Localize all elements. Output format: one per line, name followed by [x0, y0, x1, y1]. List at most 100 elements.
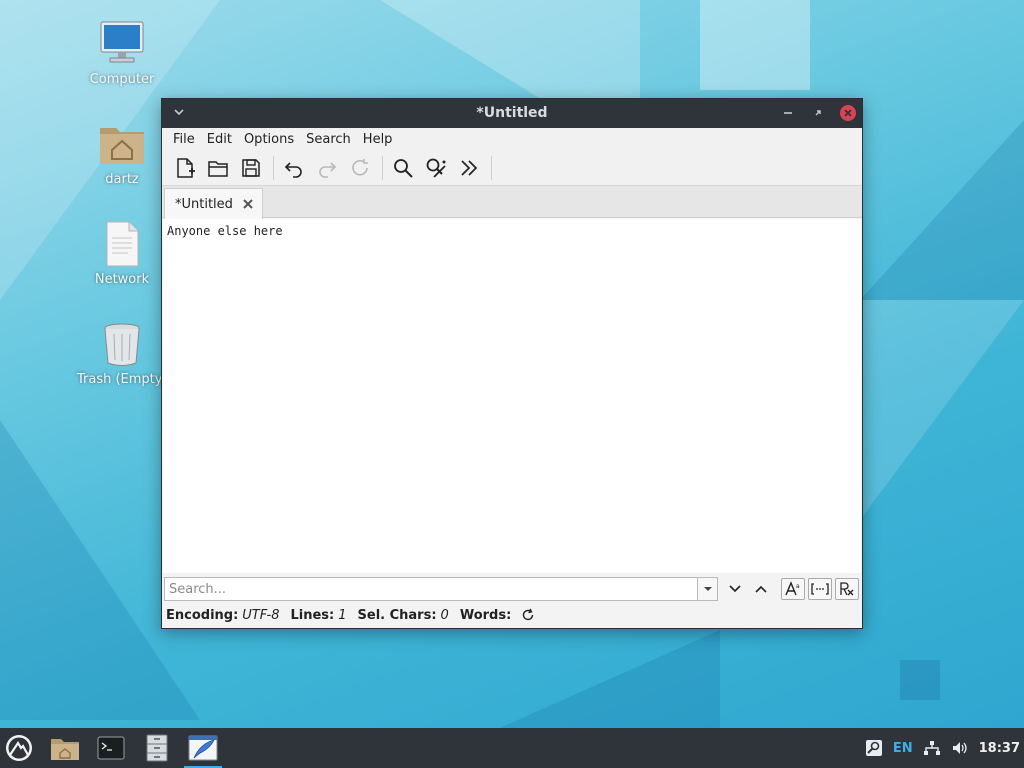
- desktop-icon-label: Computer: [89, 72, 155, 87]
- caret-down-icon: [703, 587, 712, 591]
- tab-label: *Untitled: [175, 196, 233, 212]
- title-bar[interactable]: *Untitled: [162, 99, 862, 128]
- toolbar-separator: [382, 155, 383, 180]
- taskbar-file-manager[interactable]: [42, 728, 88, 768]
- wallpaper-shape: [860, 300, 1024, 520]
- menu-search[interactable]: Search: [300, 132, 357, 147]
- folder-icon: [51, 739, 79, 760]
- find-previous-button[interactable]: [750, 578, 772, 600]
- go-to-line-button[interactable]: [454, 153, 484, 183]
- close-window-button[interactable]: [839, 104, 857, 122]
- find-replace-button[interactable]: [421, 153, 451, 183]
- redo-icon: [319, 161, 337, 178]
- reload-button[interactable]: [345, 153, 375, 183]
- menu-edit[interactable]: Edit: [201, 132, 238, 147]
- status-bar: Encoding: UTF-8 Lines: 1 Sel. Chars: 0 W…: [166, 605, 535, 625]
- words-label: Words:: [459, 607, 512, 623]
- window-title: *Untitled: [476, 105, 548, 121]
- application-menu-button[interactable]: [0, 728, 38, 768]
- terminal-icon: [97, 736, 125, 760]
- desktop-icon-label: Network: [94, 272, 150, 287]
- home-folder-icon: [98, 120, 146, 168]
- save-file-button[interactable]: [236, 153, 266, 183]
- clock[interactable]: 18:37: [979, 741, 1020, 756]
- app-launcher-icon: [6, 735, 32, 761]
- document-icon: [98, 220, 146, 268]
- filing-cabinet-icon: [146, 734, 168, 762]
- whole-word-toggle[interactable]: [808, 578, 832, 600]
- sel-chars-value: 0: [440, 607, 449, 623]
- desktop-icon-network[interactable]: Network: [77, 220, 167, 287]
- editor-window: *Untitled File Edit Options Search Help: [161, 98, 863, 629]
- toolbar-separator: [491, 155, 492, 180]
- close-tab-icon[interactable]: [241, 197, 255, 211]
- toolbar: [162, 150, 862, 186]
- system-tray: EN 18:37: [855, 728, 1020, 768]
- desktop-icon-trash[interactable]: Trash (Empty): [77, 320, 168, 387]
- match-case-icon: a: [785, 581, 800, 596]
- menu-bar: File Edit Options Search Help: [162, 128, 862, 150]
- double-chevron-right-icon: [461, 159, 478, 176]
- desktop-icon-home[interactable]: dartz: [77, 120, 167, 187]
- text-editor-icon: [188, 735, 218, 761]
- find-next-button[interactable]: [724, 578, 746, 600]
- chevron-down-icon: [729, 585, 741, 593]
- taskbar-archive-manager[interactable]: [134, 728, 180, 768]
- find-button[interactable]: [388, 153, 418, 183]
- search-icon: [394, 158, 413, 178]
- svg-text:a: a: [796, 583, 800, 590]
- minimize-button[interactable]: [780, 105, 796, 121]
- chevron-up-icon: [755, 585, 767, 593]
- trash-icon: [98, 320, 146, 368]
- text-editor-area[interactable]: Anyone else here: [163, 219, 861, 573]
- wallpaper-shape: [860, 120, 1024, 300]
- regex-toggle[interactable]: [835, 578, 859, 600]
- network-icon: [923, 741, 940, 755]
- maximize-button[interactable]: [810, 105, 826, 121]
- lines-value: 1: [338, 607, 347, 623]
- menu-help[interactable]: Help: [357, 132, 399, 147]
- volume-icon: [952, 742, 967, 754]
- redo-button[interactable]: [312, 153, 342, 183]
- keyboard-layout-indicator[interactable]: EN: [893, 741, 913, 756]
- save-icon: [242, 158, 260, 177]
- search-bar: a: [164, 577, 860, 601]
- network-status-button[interactable]: [923, 739, 941, 757]
- undo-button[interactable]: [279, 153, 309, 183]
- new-file-icon: [177, 157, 195, 178]
- search-tool-icon: [865, 740, 882, 756]
- undo-icon: [284, 161, 302, 178]
- match-case-toggle[interactable]: a: [781, 578, 805, 600]
- new-file-button[interactable]: [170, 153, 200, 183]
- whole-word-icon: [811, 583, 829, 595]
- search-input[interactable]: [164, 577, 698, 601]
- taskbar-terminal[interactable]: [88, 728, 134, 768]
- lines-label: Lines:: [290, 607, 335, 623]
- desktop-icon-label: Trash (Empty): [77, 372, 168, 387]
- menu-options[interactable]: Options: [238, 132, 300, 147]
- regex-icon: [840, 582, 854, 596]
- encoding-value: UTF-8: [242, 607, 280, 623]
- reload-icon: [352, 158, 368, 176]
- taskbar-text-editor[interactable]: [180, 728, 226, 768]
- wallpaper-shape: [900, 660, 940, 700]
- sel-chars-label: Sel. Chars:: [357, 607, 437, 623]
- desktop-icon-label: dartz: [105, 172, 139, 187]
- search-history-dropdown[interactable]: [698, 577, 718, 601]
- tray-settings-button[interactable]: [865, 739, 883, 757]
- encoding-label: Encoding:: [166, 607, 239, 623]
- editor-text: Anyone else here: [167, 224, 283, 238]
- desktop-icon-computer[interactable]: Computer: [77, 20, 167, 87]
- wallpaper-shape: [700, 0, 810, 90]
- folder-open-icon: [208, 160, 228, 177]
- find-replace-icon: [426, 158, 446, 178]
- menu-file[interactable]: File: [167, 132, 201, 147]
- taskbar: EN 18:37: [0, 728, 1024, 768]
- refresh-word-count-button[interactable]: [521, 608, 535, 622]
- open-file-button[interactable]: [203, 153, 233, 183]
- tab-bar: *Untitled: [162, 186, 862, 219]
- tab-untitled[interactable]: *Untitled: [164, 188, 263, 219]
- refresh-icon: [523, 608, 534, 621]
- wallpaper-shape: [500, 630, 720, 728]
- volume-button[interactable]: [951, 739, 969, 757]
